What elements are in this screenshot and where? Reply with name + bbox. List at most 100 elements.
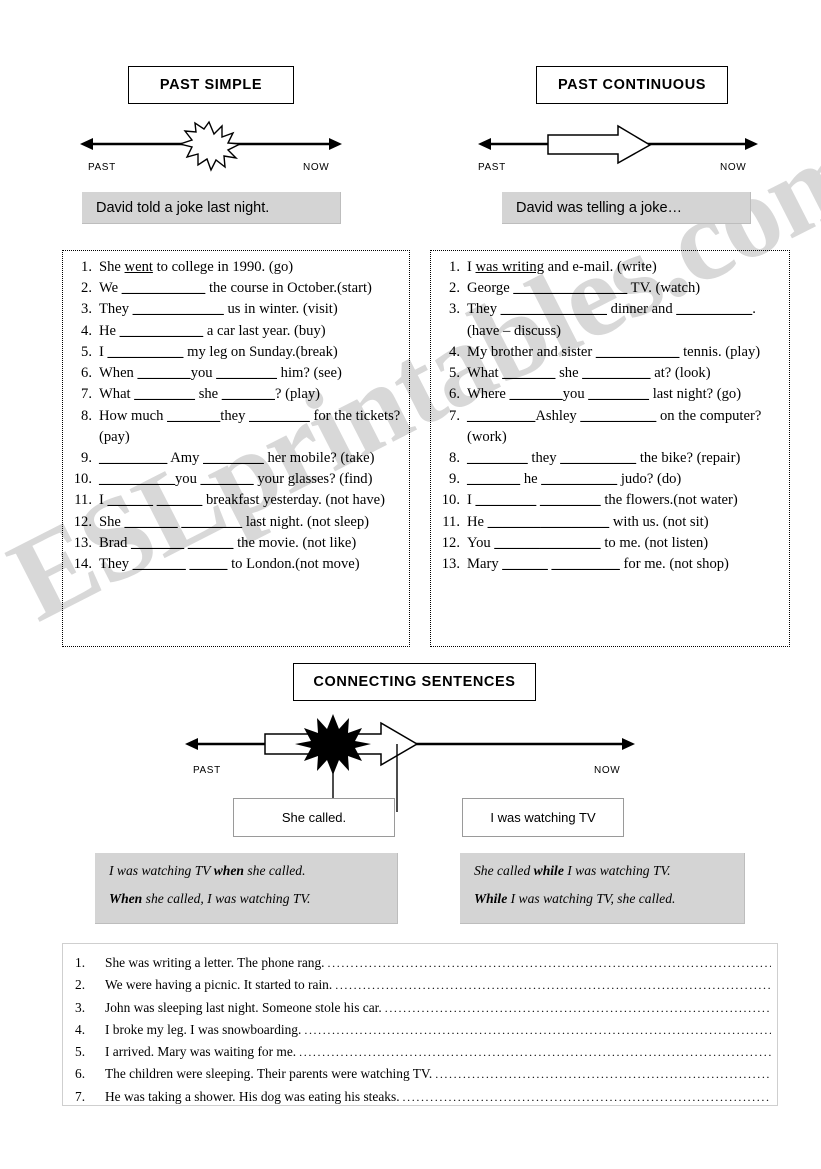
when-rule-sentence: When she called, I was watching TV. [109, 891, 311, 906]
combine-sentence-answer-line[interactable]: ........................................… [328, 954, 771, 974]
past-continuous-exercise-blank[interactable]: ______ [494, 535, 540, 551]
past-simple-exercise-blank[interactable]: ______ [108, 492, 154, 508]
combine-sentence-answer-line[interactable]: ........................................… [435, 1065, 771, 1085]
past-simple-exercise-item-number: 4. [81, 322, 92, 339]
past-continuous-exercise-item: 2. George _______________ TV. (watch) [439, 278, 781, 299]
past-simple-exercise-blank[interactable]: _______ [201, 471, 254, 487]
past-simple-exercise-item: 12. She _______ ________ last night. (not… [71, 512, 401, 533]
past-continuous-exercise-blank[interactable]: _______ [502, 365, 555, 381]
past-continuous-exercise-blank[interactable]: __________ [676, 301, 752, 317]
past-simple-exercise-blank[interactable]: _______ [125, 514, 178, 530]
past-simple-exercise-blank[interactable]: ________ [203, 450, 264, 466]
past-simple-exercise-blank[interactable]: _______ [133, 556, 186, 572]
past-simple-exercise-blank[interactable]: _______ [131, 535, 184, 551]
past-simple-exercise-blank[interactable]: __________ [108, 344, 184, 360]
past-continuous-exercise-blank[interactable]: __________ [560, 450, 636, 466]
past-continuous-exercise-blank[interactable]: _______________ [513, 280, 627, 296]
past-simple-exercise-item-text: They ____________ us in winter. (visit) [99, 301, 338, 318]
past-continuous-exercise-item-text: Mary ______ _________ for me. (not shop) [467, 556, 729, 573]
past-simple-exercise-blank[interactable]: ______ [157, 492, 203, 508]
combine-sentence-answer-line[interactable]: ........................................… [403, 1088, 771, 1108]
past-simple-exercise-item-number: 2. [81, 280, 92, 297]
past-continuous-exercise-blank[interactable]: ________ [540, 492, 601, 508]
past-continuous-exercise-blank[interactable]: __________ [541, 471, 617, 487]
combine-sentence-answer-line[interactable]: ........................................… [304, 1021, 771, 1041]
past-continuous-exercise-blank[interactable]: ______ [502, 556, 548, 572]
past-simple-exercise-list: 1. She went to college in 1990. (go) 2. We … [71, 257, 401, 575]
past-simple-exercise-item: 8. How much _______they ________ for the … [71, 406, 401, 448]
past-simple-exercise-blank[interactable]: ________ [181, 514, 242, 530]
when-rule-sentence: I was watching TV when she called. [109, 863, 306, 878]
past-simple-exercise-item: 14. They _______ _____ to London.(not mov… [71, 554, 401, 575]
past-continuous-exercise-blank[interactable]: ________ [588, 386, 649, 402]
past-simple-past-label: PAST [88, 162, 116, 173]
arrowhead-right-icon [745, 138, 758, 150]
past-simple-exercise-blank[interactable]: ________ [249, 408, 310, 424]
past-simple-exercise-item: 11. I ______ ______ breakfast yesterday. … [71, 490, 401, 511]
past-simple-exercise-item: 1. She went to college in 1990. (go) [71, 257, 401, 278]
burst-icon [177, 120, 243, 172]
combine-sentence-answer-line[interactable]: ........................................… [335, 976, 771, 996]
past-continuous-exercise-item: 8. ________ they __________ the bike? (re… [439, 448, 781, 469]
past-simple-exercise-blank[interactable]: _______ [167, 408, 220, 424]
past-simple-exercise-blank[interactable]: ______ [188, 535, 234, 551]
combine-sentence-row: 6. The children were sleeping. Their pare… [69, 1063, 771, 1085]
past-simple-example-text: David told a joke last night. [96, 199, 270, 216]
worksheet-page: PAST SIMPLE PAST NOW David told a joke l… [0, 0, 821, 1169]
past-continuous-exercise-blank[interactable]: _______ [510, 386, 563, 402]
past-continuous-exercise-blank[interactable]: _________ [582, 365, 650, 381]
past-continuous-exercise-item-number: 10. [441, 492, 460, 509]
past-continuous-exercise-blank[interactable]: _________ [552, 556, 620, 572]
past-continuous-exercise-blank[interactable]: _________ [541, 514, 609, 530]
past-simple-exercise-blank[interactable]: ___________ [122, 280, 206, 296]
past-simple-exercise-blank[interactable]: ________ [216, 365, 277, 381]
past-simple-exercise-item-text: I ______ ______ breakfast yesterday. (no… [99, 492, 385, 509]
past-continuous-exercise-blank[interactable]: ___________ [596, 344, 680, 360]
past-simple-exercise-blank[interactable]: ________ [134, 386, 195, 402]
past-continuous-exercise-blank[interactable]: ______________ [501, 301, 607, 317]
past-simple-exercise-blank[interactable]: ____________ [133, 301, 224, 317]
combine-sentence-row: 3. John was sleeping last night. Someone … [69, 997, 771, 1019]
past-simple-exercise-item-text: She went to college in 1990. (go) [99, 259, 294, 275]
past-continuous-exercise-blank[interactable]: _________ [467, 408, 535, 424]
while-rule-sentence: While I was watching TV, she called. [474, 891, 676, 906]
past-continuous-exercise-item: 9. _______ he __________ judo? (do) [439, 469, 781, 490]
past-continuous-exercise-blank[interactable]: ________ [467, 450, 528, 466]
past-simple-exercise-item-number: 5. [81, 343, 92, 360]
past-continuous-example-text: David was telling a joke… [516, 199, 683, 216]
past-simple-exercise-blank[interactable]: _______ [138, 365, 191, 381]
past-continuous-past-label: PAST [478, 162, 506, 173]
past-simple-exercise-blank[interactable]: _______ [222, 386, 275, 402]
past-continuous-exercise-item-text: My brother and sister ___________ tennis… [467, 343, 761, 360]
past-simple-exercise-item: 4. He ___________ a car last year. (buy) [71, 321, 401, 342]
past-simple-exercise-item: 6. When _______you ________ him? (see) [71, 363, 401, 384]
past-simple-exercise-blank[interactable]: ___________ [120, 323, 204, 339]
combine-sentence-text: I arrived. Mary was waiting for me. [105, 1044, 297, 1059]
past-continuous-exercise-blank[interactable]: _______ [488, 514, 541, 530]
combine-sentence-text: He was taking a shower. His dog was eati… [105, 1088, 400, 1104]
past-continuous-exercise-blank[interactable]: __________ [580, 408, 656, 424]
callout-she-called-text: She called. [281, 810, 347, 825]
combine-sentence-number: 7. [75, 1088, 86, 1104]
past-simple-now-label: NOW [303, 162, 330, 173]
past-continuous-exercise-item: 10. I ________ ________ the flowers.(not… [439, 490, 781, 511]
combine-sentence-answer-line[interactable]: ........................................… [385, 999, 771, 1019]
past-continuous-exercise-blank[interactable]: _______ [467, 471, 520, 487]
combine-sentence-text: I broke my leg. I was snowboarding. [105, 1021, 302, 1037]
combine-sentence-row: 1. She was writing a letter. The phone ra… [69, 952, 771, 974]
past-simple-exercise-item-text: Brad _______ ______ the movie. (not like… [99, 534, 357, 551]
past-simple-exercise-blank[interactable]: __________ [99, 471, 175, 487]
past-simple-exercise-blank[interactable]: _____ [189, 556, 227, 572]
past-continuous-exercise-item-number: 8. [449, 449, 460, 466]
past-continuous-exercise-item: 5. What _______ she _________ at? (look) [439, 363, 781, 384]
past-simple-exercise-item-number: 6. [81, 365, 92, 382]
past-simple-exercise-item: 9. _________ Amy ________ her mobile? (ta… [71, 448, 401, 469]
past-continuous-title: PAST CONTINUOUS [536, 66, 728, 104]
past-continuous-exercise-blank[interactable]: ________ [476, 492, 537, 508]
past-simple-exercise-blank[interactable]: _________ [99, 450, 167, 466]
past-simple-exercise-item: 2. We ___________ the course in October.(… [71, 278, 401, 299]
combine-sentence-answer-line[interactable]: ........................................… [299, 1043, 771, 1063]
past-continuous-exercise-blank[interactable]: ________ [540, 535, 601, 551]
past-continuous-exercise-item-text: ________ they __________ the bike? (repa… [467, 449, 741, 466]
callout-i-was-watching-tv: I was watching TV [462, 798, 624, 837]
